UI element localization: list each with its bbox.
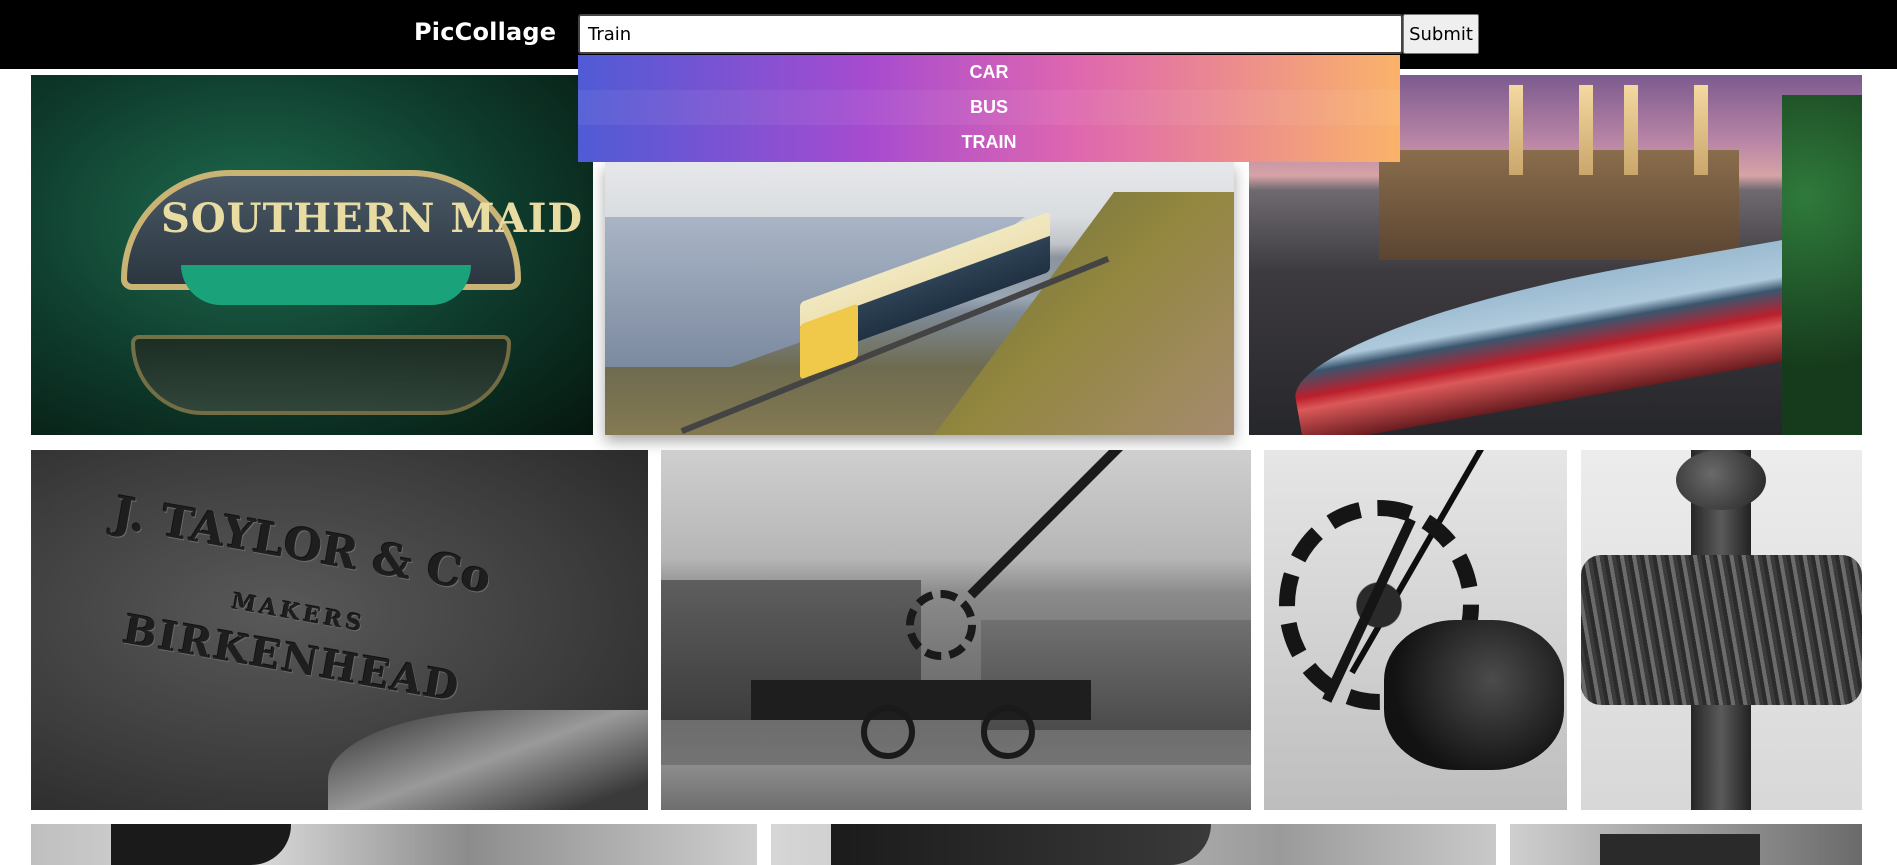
- photo-crane-gear-wheel[interactable]: [1264, 450, 1567, 810]
- machinery-shape: [831, 824, 1211, 865]
- photo-southern-maid-nameplate[interactable]: SOUTHERN MAID: [31, 75, 593, 435]
- nameplate-reflection: [131, 335, 511, 415]
- photo-cable-drum[interactable]: [1581, 450, 1862, 810]
- crane-chassis: [751, 680, 1091, 720]
- chimney: [1624, 85, 1638, 175]
- nameplate-text: SOUTHERN MAID: [161, 195, 584, 242]
- chimney: [1509, 85, 1523, 175]
- tree: [1782, 95, 1862, 435]
- suggestion-bus[interactable]: BUS: [578, 90, 1400, 125]
- nameplate-green-panel: [181, 265, 471, 305]
- photo-taylor-birkenhead-casting[interactable]: J. TAYLOR & Co MAKERS BIRKENHEAD: [31, 450, 648, 810]
- wire-coil: [1581, 555, 1862, 705]
- search-input[interactable]: [578, 14, 1403, 54]
- submit-button[interactable]: Submit: [1403, 14, 1479, 54]
- casting-text-line1: J. TAYLOR & Co: [109, 487, 495, 604]
- crane-gear: [906, 590, 976, 660]
- photo-machinery-3[interactable]: [1510, 824, 1862, 865]
- chimney: [1579, 85, 1593, 175]
- chimney: [1694, 85, 1708, 175]
- crane-wheel: [981, 705, 1035, 759]
- photo-train-by-river[interactable]: [605, 162, 1234, 435]
- search-suggestions: CAR BUS TRAIN: [578, 55, 1400, 162]
- pipe: [328, 710, 648, 810]
- suggestion-train[interactable]: TRAIN: [578, 125, 1400, 160]
- photo-machinery-1[interactable]: [31, 824, 757, 865]
- machinery-shape: [111, 824, 291, 865]
- bollard-cap: [1676, 450, 1766, 510]
- photo-dockside-crane[interactable]: [661, 450, 1251, 810]
- machinery-shape: [1600, 834, 1760, 865]
- brand-logo[interactable]: PicCollage: [414, 18, 556, 46]
- cobbled-ground: [661, 765, 1251, 810]
- crane-wheel: [861, 705, 915, 759]
- crane-boom: [967, 450, 1201, 599]
- power-station: [1379, 150, 1739, 260]
- photo-machinery-2[interactable]: [771, 824, 1496, 865]
- suggestion-car[interactable]: CAR: [578, 55, 1400, 90]
- winch-drum: [1384, 620, 1564, 770]
